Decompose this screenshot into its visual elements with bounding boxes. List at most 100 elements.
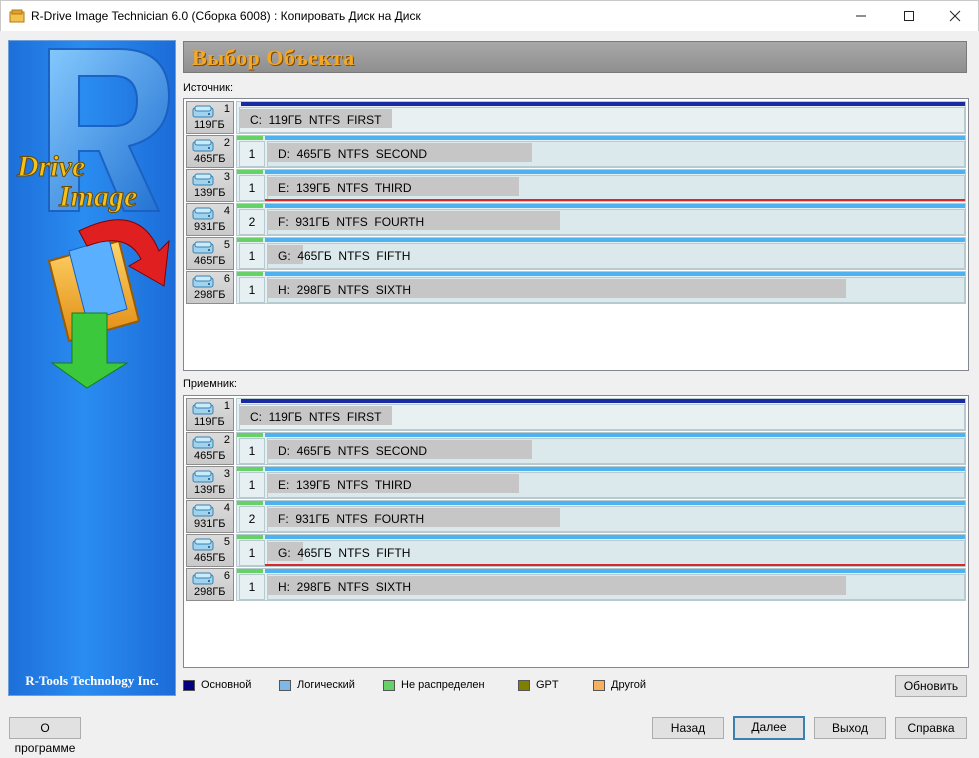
logical-partition-strip [265,170,965,174]
partition-index: 2 [239,209,265,235]
legend-swatch [593,680,605,691]
page-title: Выбор Объекта [192,45,355,70]
next-button[interactable]: Далее [733,716,805,740]
back-button[interactable]: Назад [652,717,724,739]
legend-swatch [279,680,291,691]
disk-info[interactable]: 4 931ГБ [186,203,234,236]
disk-info[interactable]: 2 465ГБ [186,135,234,168]
title-bar: R-Drive Image Technician 6.0 (Сборка 600… [0,0,979,31]
target-disk-list[interactable]: 1 119ГБ C: 119ГБ NTFS FIRST 2 465ГБ 1 D: 465ГБ… [183,395,969,668]
logical-partition-strip [265,535,965,539]
disk-info[interactable]: 2 465ГБ [186,432,234,465]
legend-swatch [518,680,530,691]
partition-area[interactable]: C: 119ГБ NTFS FIRST [236,101,966,134]
disk-row[interactable]: 2 465ГБ 1 D: 465ГБ NTFS SECOND [186,135,966,168]
partition-index: 1 [239,438,265,464]
partition-block[interactable]: F: 931ГБ NTFS FOURTH [267,209,965,235]
partition-block[interactable]: F: 931ГБ NTFS FOURTH [267,506,965,532]
unallocated-strip [237,569,263,573]
disk-info[interactable]: 4 931ГБ [186,500,234,533]
partition-area[interactable]: 1 H: 298ГБ NTFS SIXTH [236,271,966,304]
disk-row[interactable]: 6 298ГБ 1 H: 298ГБ NTFS SIXTH [186,271,966,304]
disk-info[interactable]: 6 298ГБ [186,271,234,304]
disk-info[interactable]: 3 139ГБ [186,466,234,499]
disk-info[interactable]: 5 465ГБ [186,237,234,270]
partition-index: 2 [239,506,265,532]
refresh-button[interactable]: Обновить [895,675,967,697]
partition-area[interactable]: 1 E: 139ГБ NTFS THIRD [236,169,966,202]
app-icon [9,9,25,23]
disk-number: 2 [223,137,230,149]
disk-size: 931ГБ [194,221,226,233]
disk-size: 139ГБ [194,187,226,199]
partition-block[interactable]: C: 119ГБ NTFS FIRST [239,107,965,133]
disk-info[interactable]: 1 119ГБ [186,398,234,431]
disk-row[interactable]: 5 465ГБ 1 G: 465ГБ NTFS FIFTH [186,534,966,567]
partition-index: 1 [239,141,265,167]
logical-partition-strip [265,272,965,276]
partition-block[interactable]: C: 119ГБ NTFS FIRST [239,404,965,430]
disk-info[interactable]: 1 119ГБ [186,101,234,134]
disk-size: 465ГБ [194,153,226,165]
disk-row[interactable]: 2 465ГБ 1 D: 465ГБ NTFS SECOND [186,432,966,465]
partition-block[interactable]: G: 465ГБ NTFS FIFTH [267,243,965,269]
about-button[interactable]: О программе [9,717,81,755]
partition-area[interactable]: 1 E: 139ГБ NTFS THIRD [236,466,966,499]
partition-area[interactable]: 2 F: 931ГБ NTFS FOURTH [236,500,966,533]
svg-text:Image: Image [58,180,137,213]
logical-partition-strip [265,501,965,505]
source-disk-list[interactable]: 1 119ГБ C: 119ГБ NTFS FIRST 2 465ГБ 1 D: 465ГБ… [183,98,969,371]
logical-partition-strip [265,569,965,573]
disk-row[interactable]: 1 119ГБ C: 119ГБ NTFS FIRST [186,398,966,431]
disk-row[interactable]: 3 139ГБ 1 E: 139ГБ NTFS THIRD [186,169,966,202]
unallocated-strip [237,433,263,437]
partition-area[interactable]: 1 G: 465ГБ NTFS FIFTH [236,237,966,270]
partition-label: D: 465ГБ NTFS SECOND [278,147,428,161]
disk-info[interactable]: 6 298ГБ [186,568,234,601]
disk-row[interactable]: 6 298ГБ 1 H: 298ГБ NTFS SIXTH [186,568,966,601]
unallocated-strip [237,204,263,208]
partition-block[interactable]: G: 465ГБ NTFS FIFTH [267,540,965,566]
legend-swatch [383,680,395,691]
logical-partition-strip [265,467,965,471]
partition-block[interactable]: E: 139ГБ NTFS THIRD [267,472,965,498]
partition-area[interactable]: 1 G: 465ГБ NTFS FIFTH [236,534,966,567]
partition-index: 1 [239,540,265,566]
unallocated-strip [237,238,263,242]
partition-area[interactable]: 1 D: 465ГБ NTFS SECOND [236,135,966,168]
partition-block[interactable]: D: 465ГБ NTFS SECOND [267,438,965,464]
partition-block[interactable]: E: 139ГБ NTFS THIRD [267,175,965,201]
disk-row[interactable]: 4 931ГБ 2 F: 931ГБ NTFS FOURTH [186,203,966,236]
logical-partition-strip [265,136,965,140]
disk-row[interactable]: 5 465ГБ 1 G: 465ГБ NTFS FIFTH [186,237,966,270]
disk-size: 465ГБ [194,450,226,462]
partition-area[interactable]: C: 119ГБ NTFS FIRST [236,398,966,431]
partition-area[interactable]: 1 D: 465ГБ NTFS SECOND [236,432,966,465]
partition-block[interactable]: D: 465ГБ NTFS SECOND [267,141,965,167]
partition-label: E: 139ГБ NTFS THIRD [278,478,412,492]
partition-area[interactable]: 2 F: 931ГБ NTFS FOURTH [236,203,966,236]
legend-swatch [183,680,195,691]
disk-number: 5 [223,239,230,251]
help-button[interactable]: Справка [895,717,967,739]
maximize-button[interactable] [886,1,932,31]
legend-label: Другой [611,679,646,691]
partition-index: 1 [239,574,265,600]
partition-block[interactable]: H: 298ГБ NTFS SIXTH [267,574,965,600]
close-button[interactable] [932,1,978,31]
logical-partition-strip [265,238,965,242]
minimize-button[interactable] [838,1,884,31]
partition-label: G: 465ГБ NTFS FIFTH [278,546,411,560]
partition-index: 1 [239,243,265,269]
disk-row[interactable]: 4 931ГБ 2 F: 931ГБ NTFS FOURTH [186,500,966,533]
partition-block[interactable]: H: 298ГБ NTFS SIXTH [267,277,965,303]
disk-info[interactable]: 3 139ГБ [186,169,234,202]
primary-partition-strip [241,102,965,106]
partition-area[interactable]: 1 H: 298ГБ NTFS SIXTH [236,568,966,601]
disk-row[interactable]: 3 139ГБ 1 E: 139ГБ NTFS THIRD [186,466,966,499]
disk-number: 3 [223,171,230,183]
disk-info[interactable]: 5 465ГБ [186,534,234,567]
disk-row[interactable]: 1 119ГБ C: 119ГБ NTFS FIRST [186,101,966,134]
exit-button[interactable]: Выход [814,717,886,739]
legend-label: Не распределен [401,679,485,691]
